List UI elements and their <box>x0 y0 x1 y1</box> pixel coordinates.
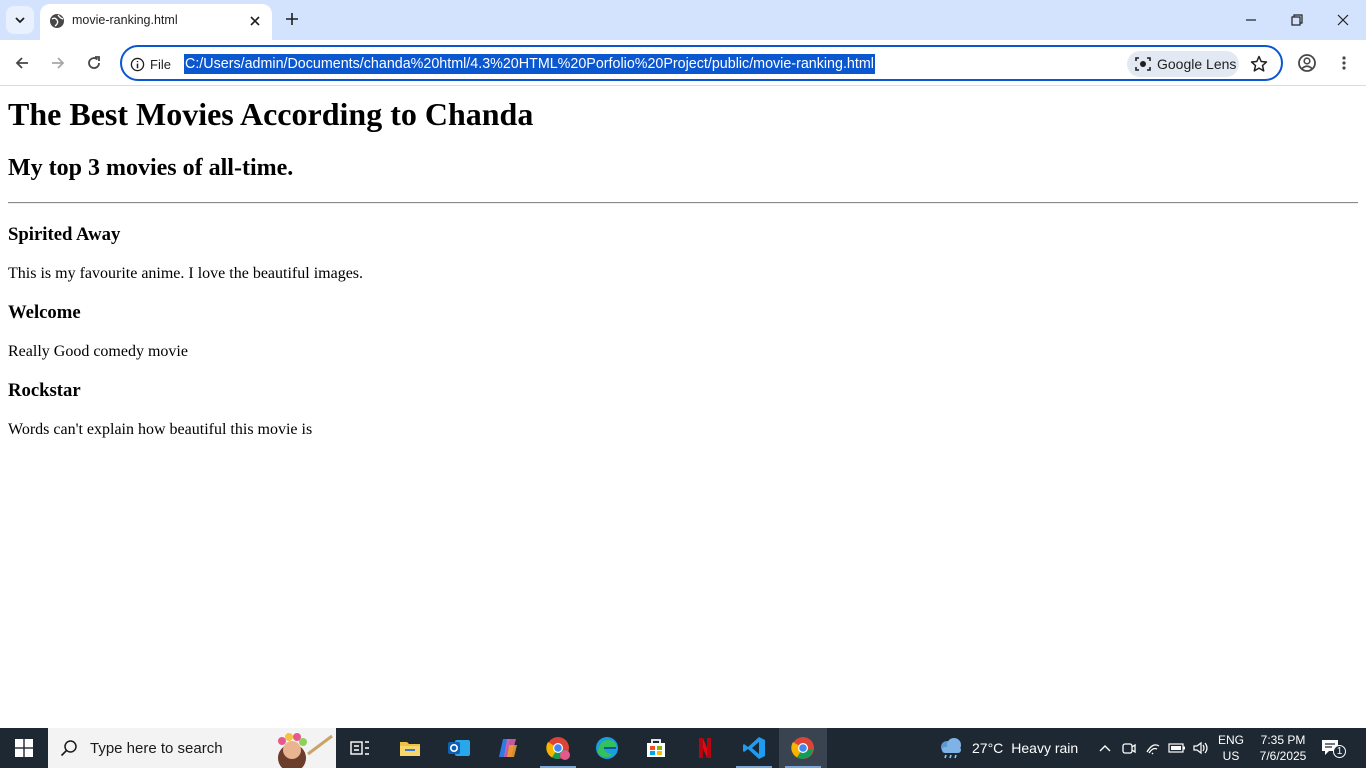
weather-temperature: 27°C <box>972 740 1004 756</box>
battery-button[interactable] <box>1167 738 1187 758</box>
google-lens-label: Google Lens <box>1157 56 1237 72</box>
tab-strip: movie-ranking.html <box>0 0 1366 40</box>
clock-time: 7:35 PM <box>1260 733 1306 747</box>
profile-button[interactable] <box>1293 49 1321 77</box>
minimize-button[interactable] <box>1228 0 1274 40</box>
action-center-button[interactable]: 1 <box>1320 736 1346 760</box>
movie-description: Words can't explain how beautiful this m… <box>8 421 313 438</box>
chevron-down-icon <box>15 17 25 24</box>
movie-entry: Welcome Really Good comedy movie <box>8 302 1358 361</box>
forward-button[interactable] <box>44 49 72 77</box>
edge-button[interactable] <box>583 728 631 768</box>
show-hidden-icons-button[interactable] <box>1095 738 1115 758</box>
store-icon <box>647 739 665 757</box>
file-explorer-button[interactable] <box>386 728 434 768</box>
chevron-up-icon <box>1099 745 1111 752</box>
clock-date: 7/6/2025 <box>1259 749 1307 763</box>
restore-button[interactable] <box>1274 0 1320 40</box>
volume-button[interactable] <box>1191 738 1211 758</box>
rain-cloud-icon <box>941 738 961 759</box>
tab-search-button[interactable] <box>6 6 34 34</box>
task-view-button[interactable] <box>336 728 384 768</box>
search-placeholder: Type here to search <box>90 739 223 757</box>
network-button[interactable] <box>1143 738 1163 758</box>
input-language-button[interactable]: ENG US <box>1216 732 1246 764</box>
camera-icon <box>1122 743 1136 754</box>
restore-icon <box>1291 14 1303 26</box>
close-icon <box>1337 14 1349 26</box>
movie-entry: Rockstar Words can't explain how beautif… <box>8 380 1358 439</box>
outlook-button[interactable] <box>435 728 483 768</box>
info-icon <box>130 57 145 71</box>
chrome-button[interactable] <box>779 728 827 768</box>
search-icon <box>60 740 77 757</box>
chrome-icon <box>791 737 814 759</box>
start-button[interactable] <box>0 728 48 768</box>
reload-icon <box>88 56 100 69</box>
netflix-icon <box>699 738 711 758</box>
page-title: The Best Movies According to Chanda <box>8 96 534 132</box>
browser-toolbar: File C:/Users/admin/Documents/chanda%20h… <box>0 40 1366 86</box>
search-highlight-illustration <box>278 733 333 768</box>
minimize-icon <box>1246 19 1256 21</box>
meet-now-button[interactable] <box>1119 738 1139 758</box>
task-view-icon <box>350 741 369 755</box>
divider <box>8 202 1358 204</box>
notification-count: 1 <box>1333 745 1346 758</box>
tab-title: movie-ranking.html <box>72 13 178 27</box>
battery-icon <box>1168 743 1185 753</box>
web-page: The Best Movies According to Chanda My t… <box>0 87 1366 728</box>
weather-condition: Heavy rain <box>1011 740 1079 756</box>
language-region: US <box>1222 749 1240 763</box>
chrome-icon <box>546 737 570 760</box>
clock-button[interactable]: 7:35 PM 7/6/2025 <box>1254 732 1312 764</box>
arrow-left-icon <box>15 57 28 69</box>
movie-title: Spirited Away <box>8 224 121 245</box>
browser-tab[interactable]: movie-ranking.html <box>40 4 272 40</box>
lens-icon <box>1135 57 1151 71</box>
star-icon <box>1250 55 1268 72</box>
folder-icon <box>400 742 420 756</box>
google-lens-button[interactable]: Google Lens <box>1127 51 1239 77</box>
new-tab-button[interactable] <box>281 8 303 30</box>
bookmark-button[interactable] <box>1248 53 1270 75</box>
edge-icon <box>596 737 618 759</box>
close-icon <box>250 16 260 26</box>
speaker-icon <box>1193 741 1208 755</box>
windows-logo-icon <box>15 739 33 757</box>
site-info-label: File <box>150 56 171 72</box>
movie-description: Really Good comedy movie <box>8 343 188 360</box>
address-bar[interactable]: File C:/Users/admin/Documents/chanda%20h… <box>120 45 1283 81</box>
menu-button[interactable] <box>1330 49 1358 77</box>
taskbar: Type here to search 27°C Heavy rain ENG … <box>0 728 1366 768</box>
movie-title: Welcome <box>8 302 81 323</box>
microsoft-store-button[interactable] <box>632 728 680 768</box>
reload-button[interactable] <box>80 49 108 77</box>
account-icon <box>1298 54 1316 72</box>
window-close-button[interactable] <box>1320 0 1366 40</box>
movie-title: Rockstar <box>8 380 81 401</box>
more-vertical-icon <box>1342 56 1346 70</box>
url-text[interactable]: C:/Users/admin/Documents/chanda%20html/4… <box>184 54 875 74</box>
tab-close-button[interactable] <box>246 12 264 30</box>
wifi-icon <box>1146 744 1160 755</box>
taskbar-search-box[interactable]: Type here to search <box>48 728 336 768</box>
movie-description: This is my favourite anime. I love the b… <box>8 265 364 282</box>
site-info-chip[interactable]: File <box>130 54 171 74</box>
plus-icon <box>286 13 298 25</box>
netflix-button[interactable] <box>681 728 729 768</box>
arrow-right-icon <box>52 57 65 69</box>
copilot-button[interactable] <box>484 728 532 768</box>
chrome-profile-button[interactable] <box>534 728 582 768</box>
outlook-icon <box>448 740 470 756</box>
page-subtitle: My top 3 movies of all-time. <box>8 155 294 181</box>
vscode-button[interactable] <box>730 728 778 768</box>
movie-entry: Spirited Away This is my favourite anime… <box>8 224 1358 283</box>
vscode-icon <box>743 737 765 759</box>
weather-widget[interactable]: 27°C Heavy rain <box>938 728 1078 768</box>
back-button[interactable] <box>8 49 36 77</box>
globe-icon <box>50 14 64 28</box>
language-code: ENG <box>1217 733 1244 747</box>
copilot-icon <box>499 739 517 757</box>
